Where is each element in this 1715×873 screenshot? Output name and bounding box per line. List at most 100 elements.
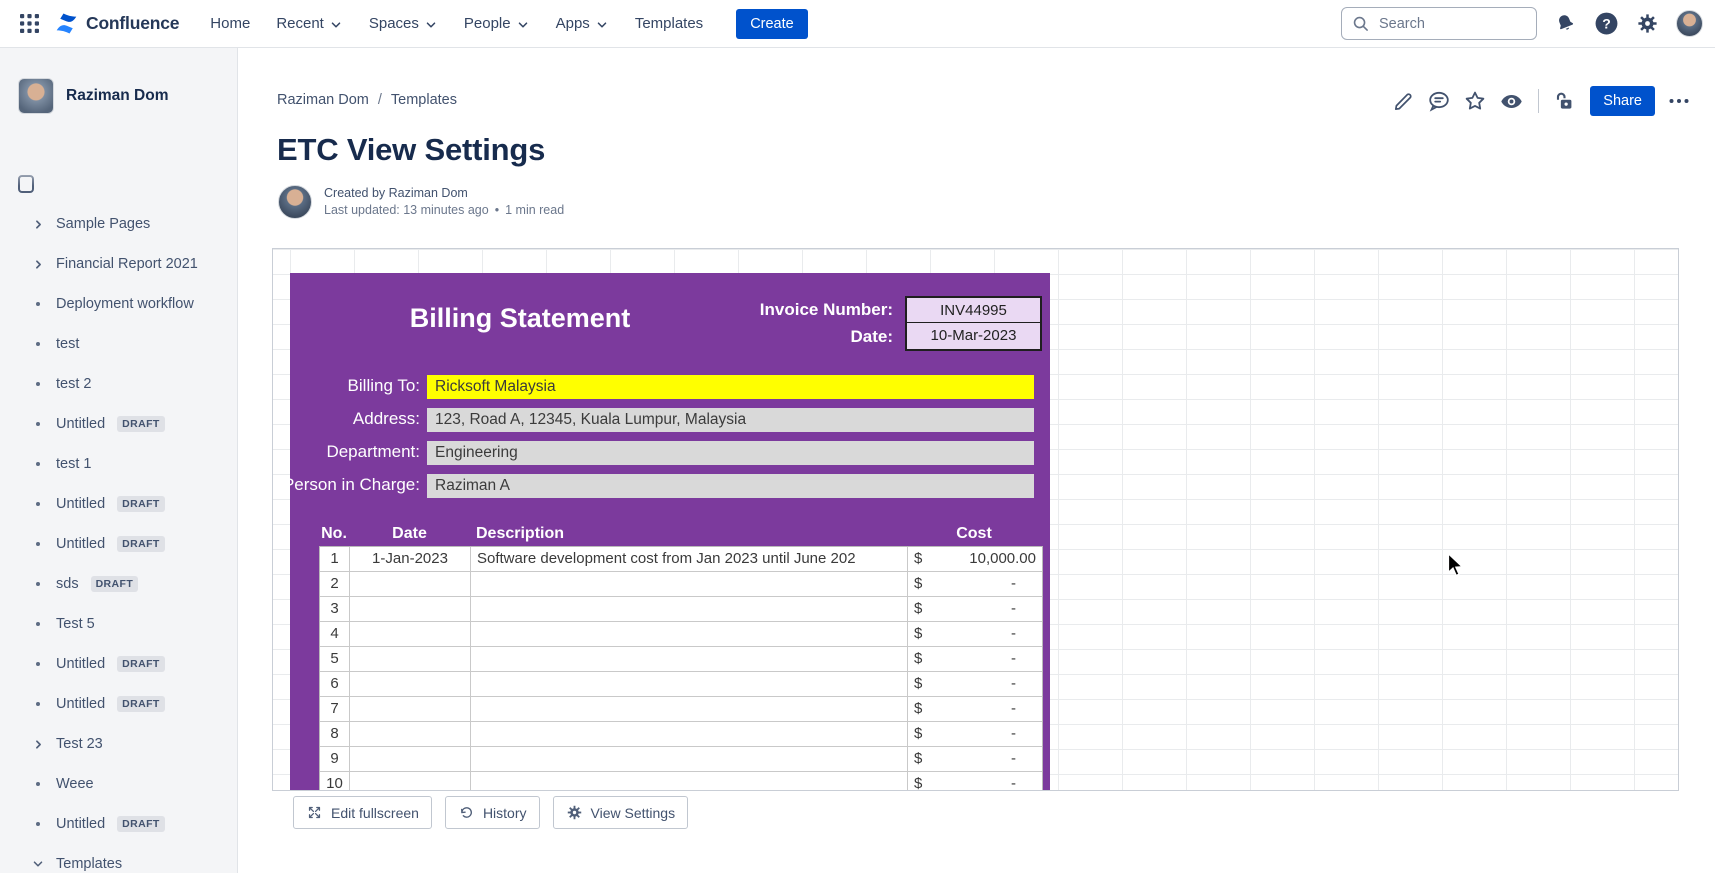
- sidebar-item-untitled[interactable]: UntitledDRAFT: [0, 524, 237, 564]
- table-cell[interactable]: 2: [320, 572, 350, 596]
- table-cell[interactable]: 6: [320, 672, 350, 696]
- table-cell[interactable]: 7: [320, 697, 350, 721]
- field-value[interactable]: 123, Road A, 12345, Kuala Lumpur, Malays…: [427, 408, 1034, 432]
- sidebar-item-test[interactable]: test: [0, 324, 237, 364]
- field-value[interactable]: Ricksoft Malaysia: [427, 375, 1034, 399]
- table-cell[interactable]: $10,000.00: [908, 547, 1042, 571]
- history-button[interactable]: History: [445, 796, 540, 829]
- search-input[interactable]: [1377, 15, 1526, 33]
- sidebar-item-test-5[interactable]: Test 5: [0, 604, 237, 644]
- table-cell[interactable]: $-: [908, 572, 1042, 596]
- nav-item-templates[interactable]: Templates: [624, 9, 714, 38]
- more-ellipsis-icon[interactable]: [1667, 89, 1691, 113]
- profile-avatar[interactable]: [1676, 10, 1703, 37]
- app-switcher-icon[interactable]: [14, 9, 44, 39]
- table-cell[interactable]: 1: [320, 547, 350, 571]
- table-cell[interactable]: 3: [320, 597, 350, 621]
- table-row[interactable]: 6 $-: [320, 672, 1042, 697]
- table-cell[interactable]: [471, 597, 908, 621]
- star-icon[interactable]: [1463, 89, 1487, 113]
- table-row[interactable]: 4$-: [320, 622, 1042, 647]
- confluence-logo[interactable]: Confluence: [54, 11, 179, 36]
- sidebar-item-templates[interactable]: Templates: [0, 844, 237, 873]
- table-cell[interactable]: $-: [908, 697, 1042, 721]
- table-cell[interactable]: Software development cost from Jan 2023 …: [471, 547, 908, 571]
- date-value[interactable]: 10-Mar-2023: [907, 323, 1040, 348]
- sidebar-item-untitled[interactable]: UntitledDRAFT: [0, 484, 237, 524]
- breadcrumb-parent[interactable]: Templates: [391, 92, 457, 108]
- table-cell[interactable]: [471, 647, 908, 671]
- breadcrumb-space[interactable]: Raziman Dom: [277, 92, 369, 108]
- table-cell[interactable]: [471, 622, 908, 646]
- search-box[interactable]: [1341, 7, 1537, 40]
- table-cell[interactable]: [471, 772, 908, 791]
- table-cell[interactable]: [350, 722, 471, 746]
- table-row[interactable]: 8$-: [320, 722, 1042, 747]
- settings-gear-icon[interactable]: [1636, 12, 1659, 35]
- sidebar-item-financial-report-2021[interactable]: Financial Report 2021: [0, 244, 237, 284]
- unlock-icon[interactable]: [1553, 90, 1576, 113]
- table-cell[interactable]: [471, 572, 908, 596]
- table-cell[interactable]: 8: [320, 722, 350, 746]
- chevron-down-icon[interactable]: [30, 857, 46, 871]
- watch-eye-icon[interactable]: [1499, 89, 1524, 114]
- nav-item-people[interactable]: People: [453, 9, 541, 38]
- nav-item-apps[interactable]: Apps: [545, 9, 620, 38]
- table-row[interactable]: 10 $-: [320, 772, 1042, 791]
- nav-item-spaces[interactable]: Spaces: [358, 9, 449, 38]
- sidebar-item-untitled[interactable]: UntitledDRAFT: [0, 644, 237, 684]
- create-button[interactable]: Create: [736, 9, 808, 39]
- spreadsheet-macro[interactable]: Billing Statement Invoice Number: Date: …: [272, 248, 1679, 791]
- chevron-right-icon[interactable]: [30, 738, 46, 751]
- table-cell[interactable]: [471, 697, 908, 721]
- sidebar-item-untitled[interactable]: UntitledDRAFT: [0, 404, 237, 444]
- comment-bubble-icon[interactable]: [1427, 89, 1451, 113]
- byline-updated[interactable]: Last updated: 13 minutes ago: [324, 202, 489, 219]
- notifications-bell-icon[interactable]: [1554, 12, 1577, 35]
- table-cell[interactable]: [471, 747, 908, 771]
- space-header[interactable]: Raziman Dom: [18, 78, 221, 114]
- sidebar-item-deployment-workflow[interactable]: Deployment workflow: [0, 284, 237, 324]
- table-cell[interactable]: [471, 672, 908, 696]
- chevron-right-icon[interactable]: [30, 258, 46, 271]
- sidebar-item-untitled[interactable]: UntitledDRAFT: [0, 684, 237, 724]
- table-cell[interactable]: $-: [908, 747, 1042, 771]
- sidebar-item-weee[interactable]: Weee: [0, 764, 237, 804]
- table-cell[interactable]: 9: [320, 747, 350, 771]
- table-cell[interactable]: 1-Jan-2023: [350, 547, 471, 571]
- table-cell[interactable]: 4: [320, 622, 350, 646]
- table-cell[interactable]: [471, 722, 908, 746]
- table-cell[interactable]: [350, 697, 471, 721]
- table-cell[interactable]: 10: [320, 772, 350, 791]
- invoice-number-value[interactable]: INV44995: [907, 298, 1040, 323]
- edit-pencil-icon[interactable]: [1392, 90, 1415, 113]
- sidebar-item-clipped[interactable]: [0, 164, 237, 204]
- table-cell[interactable]: [350, 772, 471, 791]
- table-cell[interactable]: $-: [908, 772, 1042, 791]
- table-row[interactable]: 2 $-: [320, 572, 1042, 597]
- edit-fullscreen-button[interactable]: Edit fullscreen: [293, 796, 432, 829]
- table-cell[interactable]: $-: [908, 672, 1042, 696]
- nav-item-home[interactable]: Home: [199, 9, 261, 38]
- help-icon[interactable]: ?: [1594, 11, 1619, 36]
- sidebar-item-untitled[interactable]: UntitledDRAFT: [0, 804, 237, 844]
- view-settings-button[interactable]: View Settings: [553, 796, 689, 829]
- table-cell[interactable]: [350, 572, 471, 596]
- table-row[interactable]: 7 $-: [320, 697, 1042, 722]
- invoice-box[interactable]: INV44995 10-Mar-2023: [905, 296, 1042, 351]
- table-cell[interactable]: $-: [908, 597, 1042, 621]
- sidebar-item-test-1[interactable]: test 1: [0, 444, 237, 484]
- table-cell[interactable]: [350, 647, 471, 671]
- table-cell[interactable]: [350, 597, 471, 621]
- field-value[interactable]: Raziman A: [427, 474, 1034, 498]
- table-cell[interactable]: [350, 672, 471, 696]
- table-row[interactable]: 11-Jan-2023Software development cost fro…: [320, 547, 1042, 572]
- sidebar-item-sample-pages[interactable]: Sample Pages: [0, 204, 237, 244]
- chevron-right-icon[interactable]: [30, 218, 46, 231]
- sidebar-item-test-2[interactable]: test 2: [0, 364, 237, 404]
- table-row[interactable]: 5 $-: [320, 647, 1042, 672]
- table-cell[interactable]: $-: [908, 647, 1042, 671]
- field-value[interactable]: Engineering: [427, 441, 1034, 465]
- table-cell[interactable]: 5: [320, 647, 350, 671]
- table-row[interactable]: 9 $-: [320, 747, 1042, 772]
